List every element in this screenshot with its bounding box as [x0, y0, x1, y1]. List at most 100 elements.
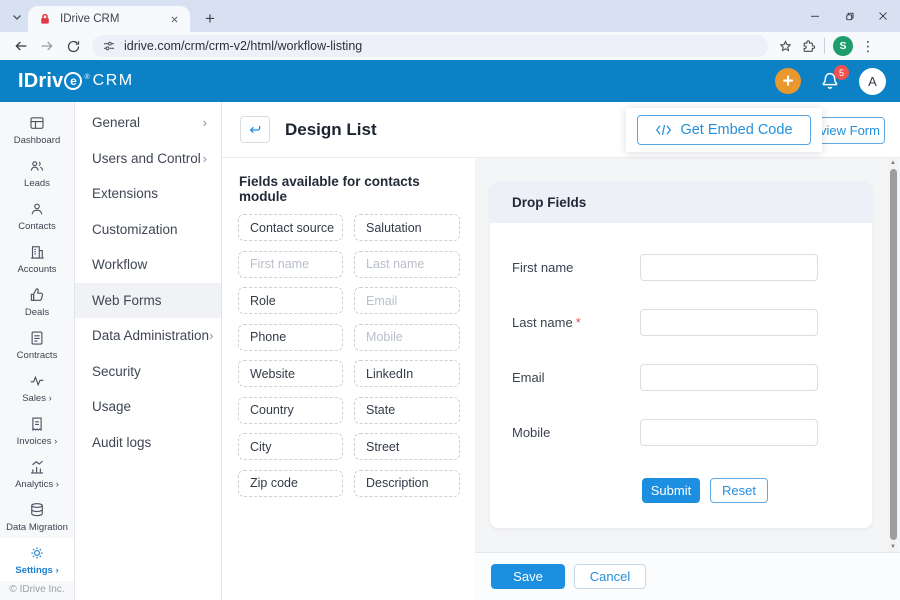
cancel-button[interactable]: Cancel — [574, 564, 646, 589]
settings-gear-icon — [31, 546, 43, 559]
menu-item-customization[interactable]: Customization — [75, 212, 221, 248]
forward-navigation-icon[interactable] — [34, 34, 60, 58]
toolbar-separator — [824, 38, 825, 54]
menu-item-audit-logs[interactable]: Audit logs — [75, 425, 221, 461]
field-chip[interactable]: Role — [238, 287, 343, 314]
close-window-button[interactable] — [866, 0, 900, 32]
field-chip[interactable]: Website — [238, 360, 343, 387]
sidebar-item-deals[interactable]: Deals — [0, 280, 74, 323]
menu-item-usage[interactable]: Usage — [75, 389, 221, 425]
vertical-scrollbar[interactable]: ▲ ▼ — [888, 158, 898, 552]
window-controls — [798, 0, 900, 32]
new-tab-button[interactable]: + — [198, 7, 222, 31]
drop-fields-card: Drop Fields First name Last name * Email … — [490, 182, 872, 528]
back-button[interactable] — [240, 116, 270, 143]
logo-registered-mark: ® — [84, 73, 90, 81]
form-row: Last name * — [490, 309, 872, 336]
field-chip[interactable]: Mobile — [354, 323, 460, 351]
embed-button-label: Get Embed Code — [680, 122, 793, 138]
reload-icon[interactable] — [60, 34, 86, 58]
idrive-crm-logo: IDriv e ® CRM — [18, 70, 134, 93]
sidebar-item-data-migration[interactable]: Data Migration — [0, 495, 74, 538]
get-embed-code-button[interactable]: Get Embed Code — [637, 115, 811, 145]
dashboard-icon — [30, 116, 44, 129]
menu-item-extensions[interactable]: Extensions — [75, 176, 221, 212]
field-chip[interactable]: Zip code — [238, 469, 343, 497]
scroll-down-arrow-icon[interactable]: ▼ — [888, 542, 898, 552]
leads-icon — [30, 160, 44, 171]
submit-button[interactable]: Submit — [642, 478, 700, 503]
form-row: First name — [490, 254, 872, 281]
menu-item-users-and-control[interactable]: Users and Control › — [75, 141, 221, 177]
menu-item-web-forms[interactable]: Web Forms — [75, 282, 221, 318]
field-chip[interactable]: Country — [238, 396, 343, 424]
maximize-button[interactable] — [832, 0, 866, 32]
preview-form-button[interactable]: view Form — [815, 117, 885, 144]
back-arrow-icon — [249, 125, 261, 133]
field-chip[interactable]: Last name — [354, 250, 460, 278]
chevron-right-icon: › — [209, 328, 214, 344]
browser-menu-icon[interactable]: ⋮ — [861, 38, 875, 55]
embed-code-popup: Get Embed Code — [626, 108, 822, 152]
menu-item-workflow[interactable]: Workflow — [75, 247, 221, 283]
notifications-bell-icon[interactable]: 5 — [819, 65, 849, 92]
logo-text: IDriv — [18, 69, 64, 92]
sidebar-item-dashboard[interactable]: Dashboard — [0, 108, 74, 151]
back-navigation-icon[interactable] — [8, 34, 34, 58]
sidebar-item-contacts[interactable]: Contacts — [0, 194, 74, 237]
field-chip[interactable]: First name — [238, 250, 343, 278]
contacts-icon — [31, 203, 43, 214]
extensions-puzzle-icon[interactable] — [801, 39, 816, 54]
minimize-button[interactable] — [798, 0, 832, 32]
sidebar-item-invoices[interactable]: Invoices › — [0, 409, 74, 452]
scrollbar-thumb[interactable] — [889, 169, 897, 540]
field-chip[interactable]: Salutation — [354, 214, 460, 241]
accounts-icon — [31, 245, 44, 259]
toolbar-right: S ⋮ — [778, 36, 875, 56]
scroll-up-arrow-icon[interactable]: ▲ — [888, 158, 898, 168]
tab-close-icon[interactable] — [166, 11, 182, 27]
browser-toolbar: idrive.com/crm/crm-v2/html/workflow-list… — [0, 32, 900, 60]
sidebar-item-leads[interactable]: Leads — [0, 151, 74, 194]
form-actions: Submit Reset — [642, 478, 768, 503]
browser-tab[interactable]: IDrive CRM — [28, 6, 190, 32]
save-button[interactable]: Save — [491, 564, 565, 589]
chevron-right-icon: › — [202, 115, 207, 131]
browser-window: IDrive CRM + idrive.com/crm/crm-v2/html/… — [0, 0, 900, 600]
form-builder-panel: Drop Fields First name Last name * Email … — [475, 158, 900, 600]
menu-item-general[interactable]: General › — [75, 105, 221, 141]
page-footer-bar: Save Cancel — [475, 552, 900, 600]
reset-button[interactable]: Reset — [710, 478, 768, 503]
first-name-input[interactable] — [640, 254, 818, 281]
user-avatar[interactable]: A — [859, 67, 886, 95]
site-settings-icon[interactable] — [102, 39, 116, 53]
sidebar-item-accounts[interactable]: Accounts — [0, 237, 74, 280]
browser-profile-avatar[interactable]: S — [833, 36, 853, 56]
chevron-right-icon: › — [202, 150, 207, 166]
quick-add-button[interactable]: + — [775, 68, 801, 94]
sidebar-item-sales[interactable]: Sales › — [0, 366, 74, 409]
deals-icon — [30, 287, 44, 301]
field-label: Last name — [512, 315, 573, 330]
sidebar-item-settings[interactable]: Settings › — [0, 538, 74, 581]
field-chip[interactable]: LinkedIn — [354, 360, 460, 387]
menu-item-data-administration[interactable]: Data Administration › — [75, 318, 221, 354]
field-chip[interactable]: Description — [354, 469, 460, 497]
last-name-input[interactable] — [640, 309, 818, 336]
field-chip[interactable]: City — [238, 433, 343, 460]
field-label: Email — [512, 370, 545, 385]
menu-item-security[interactable]: Security — [75, 354, 221, 390]
email-input[interactable] — [640, 364, 818, 391]
url-bar[interactable]: idrive.com/crm/crm-v2/html/workflow-list… — [92, 35, 768, 57]
field-chip[interactable]: Contact source — [238, 214, 343, 241]
bookmark-star-icon[interactable] — [778, 39, 793, 54]
tab-search-icon[interactable] — [8, 8, 26, 26]
field-chip[interactable]: Street — [354, 433, 460, 460]
sidebar-item-contracts[interactable]: Contracts — [0, 323, 74, 366]
sidebar-item-analytics[interactable]: Analytics › — [0, 452, 74, 495]
field-chip[interactable]: Phone — [238, 323, 343, 351]
field-chip[interactable]: Email — [354, 287, 460, 314]
field-chip[interactable]: State — [354, 396, 460, 424]
copyright-text: © IDrive Inc. — [9, 584, 65, 595]
mobile-input[interactable] — [640, 419, 818, 446]
